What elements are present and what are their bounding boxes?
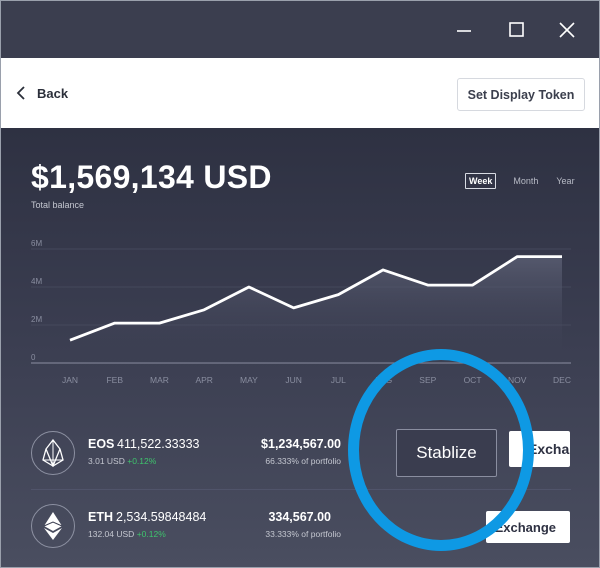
close-icon — [559, 22, 575, 38]
x-tick-label: NOV — [508, 375, 527, 385]
token-amount: 2,534.59848484 — [116, 510, 207, 524]
minimize-icon — [457, 30, 471, 32]
x-tick-label: JUN — [285, 375, 302, 385]
token-portfolio-share: 33.333% of portfolio — [265, 529, 341, 539]
token-portfolio-share: 66.333% of portfolio — [265, 456, 341, 466]
token-symbol: ETH — [88, 510, 113, 524]
token-price: 132.04 USD — [88, 529, 135, 539]
token-amount: 411,522.33333 — [117, 437, 200, 451]
x-tick-label: JUL — [331, 375, 346, 385]
back-label: Back — [37, 85, 69, 101]
y-tick-label: 6M — [31, 239, 42, 248]
period-month[interactable]: Month — [510, 174, 541, 188]
total-balance-label: Total balance — [31, 200, 85, 210]
token-price: 3.01 USD — [88, 456, 125, 466]
set-display-token-button[interactable]: Set Display Token — [457, 78, 585, 111]
token-change: +0.12% — [127, 456, 157, 466]
x-tick-label: FEB — [106, 375, 123, 385]
wallet-panel: $1,569,134 USD Total balance Week Month … — [1, 128, 599, 567]
y-tick-label: 4M — [31, 277, 42, 286]
x-tick-label: DEC — [553, 375, 571, 385]
eth-exchange-button[interactable]: Exchange — [486, 511, 570, 543]
period-week[interactable]: Week — [465, 173, 497, 189]
x-tick-label: OCT — [464, 375, 482, 385]
eos-icon — [31, 431, 75, 475]
page-header: Back Set Display Token — [1, 58, 599, 128]
x-tick-label: APR — [195, 375, 212, 385]
token-price-line: 132.04 USD +0.12% — [88, 529, 166, 539]
token-value: 334,567.00 — [268, 510, 331, 524]
row-divider — [31, 489, 571, 490]
app-window: Back Set Display Token $1,569,134 USD To… — [0, 0, 600, 568]
chart-area — [70, 256, 562, 363]
eth-icon — [31, 504, 75, 548]
back-button[interactable]: Back — [15, 78, 68, 108]
x-tick-label: MAR — [150, 375, 169, 385]
eos-exchange-button[interactable]: Exchange — [509, 431, 570, 467]
x-tick-label: MAY — [240, 375, 258, 385]
title-bar — [1, 1, 599, 58]
token-change: +0.12% — [136, 529, 166, 539]
y-tick-label: 0 — [31, 353, 36, 362]
maximize-icon — [509, 22, 524, 37]
total-balance-amount: $1,569,134 USD — [31, 159, 272, 195]
token-price-line: 3.01 USD +0.12% — [88, 456, 156, 466]
period-selector: Week Month Year — [465, 173, 578, 189]
minimize-button[interactable] — [447, 13, 481, 47]
balance-chart: 0 2M 4M 6M JAN FEB MAR APR MAY JUN JUL AUG SEP OCT NO… — [31, 239, 571, 385]
x-tick-label: JAN — [62, 375, 78, 385]
token-value: $1,234,567.00 — [261, 437, 341, 451]
token-symbol: EOS — [88, 437, 115, 451]
stabilize-button[interactable]: Stablize — [396, 429, 497, 477]
chevron-left-icon — [16, 86, 25, 100]
x-tick-label: AUG — [374, 375, 392, 385]
y-tick-label: 2M — [31, 315, 42, 324]
close-button[interactable] — [550, 13, 584, 47]
period-year[interactable]: Year — [553, 174, 577, 188]
maximize-button[interactable] — [499, 13, 533, 47]
x-tick-label: SEP — [419, 375, 436, 385]
